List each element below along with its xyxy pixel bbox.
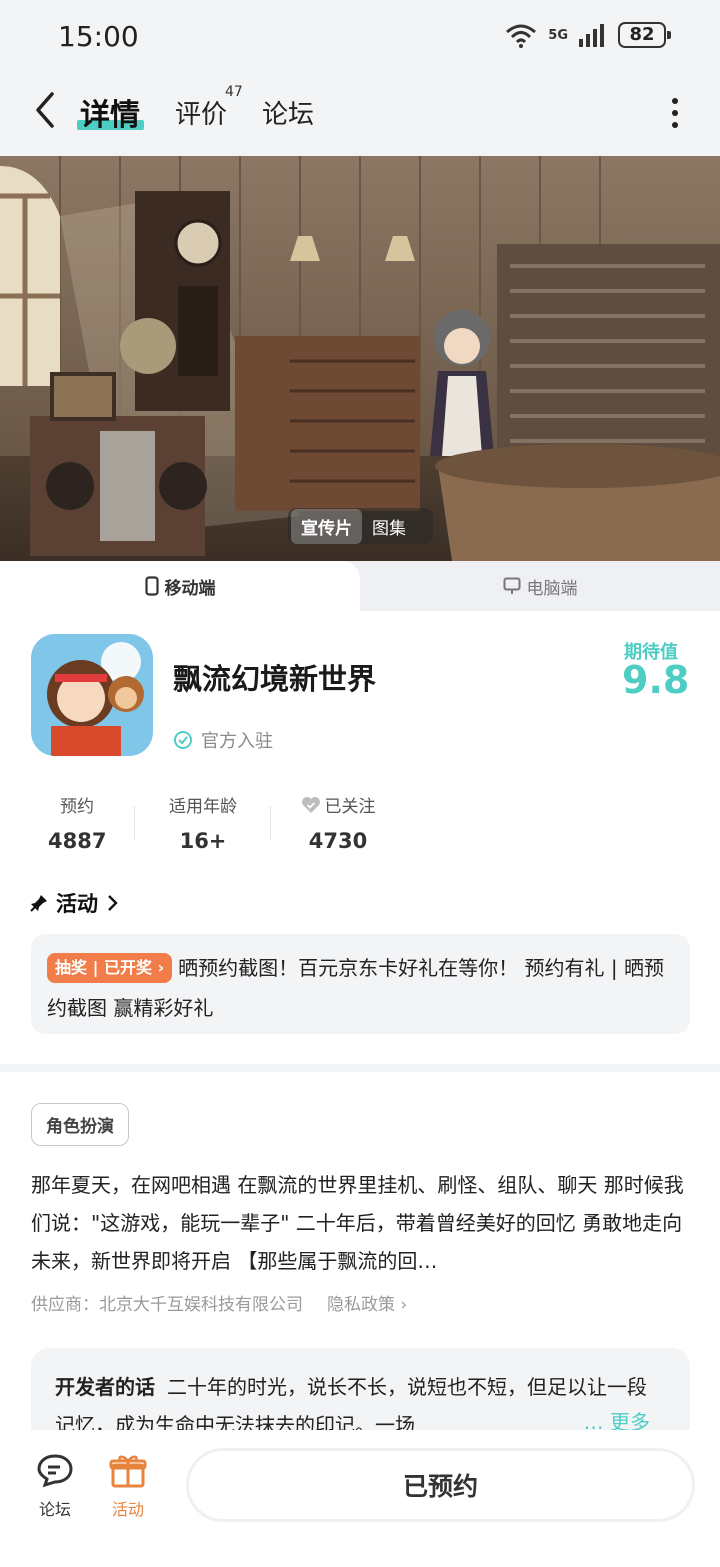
divider	[134, 806, 135, 840]
media-switch: 宣传片 图集	[288, 508, 433, 544]
stat-reservations: 预约 4887	[48, 792, 106, 853]
status-icons: 5G 82	[504, 22, 671, 48]
stat-value: 16+	[179, 829, 227, 853]
tab-detail[interactable]: 详情	[80, 90, 140, 134]
top-nav: 详情 评价 47 论坛	[0, 74, 720, 156]
more-options-icon[interactable]	[670, 96, 680, 130]
banner-artwork	[0, 156, 720, 561]
tab-pc-label: 电脑端	[526, 578, 578, 599]
bottom-forum-label: 论坛	[38, 1500, 71, 1519]
tab-mobile[interactable]: 移动端	[0, 561, 360, 611]
expectation-score: 9.8	[622, 658, 690, 702]
tab-forum[interactable]: 论坛	[262, 94, 314, 131]
bottom-activity-button[interactable]: 活动	[108, 1452, 148, 1520]
activity-card[interactable]: 抽奖 | 已开奖 › 晒预约截图！百元京东卡好礼在等你！ 预约有礼 | 晒预约截图…	[31, 934, 690, 1034]
tab-review[interactable]: 评价	[175, 94, 227, 131]
reserved-button[interactable]: 已预约	[186, 1448, 695, 1522]
chevron-right-icon	[108, 895, 118, 911]
lottery-badge: 抽奖 | 已开奖 ›	[47, 953, 173, 983]
stat-value: 4730	[308, 829, 368, 853]
tab-promo-video[interactable]: 宣传片	[291, 508, 362, 544]
wifi-icon	[506, 24, 537, 48]
activity-header[interactable]: 活动	[30, 888, 118, 918]
stat-label: 适用年龄	[169, 797, 237, 817]
genre-tag[interactable]: 角色扮演	[31, 1103, 129, 1146]
divider	[270, 806, 271, 840]
platform-tabs: 移动端 电脑端	[0, 561, 720, 611]
stat-label: 预约	[60, 797, 94, 817]
forum-chat-icon	[37, 1454, 73, 1488]
bottom-activity-label: 活动	[111, 1500, 144, 1519]
activity-title: 活动	[56, 892, 98, 916]
verified-check-icon	[174, 731, 192, 749]
tab-pc[interactable]: 电脑端	[360, 561, 720, 611]
review-count-badge: 47	[225, 84, 243, 100]
game-description[interactable]: 那年夏天，在网吧相遇 在飘流的世界里挂机、刷怪、组队、聊天 那时候我们说："这游…	[31, 1166, 691, 1280]
stat-value: 4887	[48, 829, 107, 853]
heart-check-icon	[301, 796, 320, 813]
game-app-icon	[31, 634, 153, 756]
official-label: 官方入驻	[201, 731, 273, 752]
game-title: 飘流幻境新世界	[173, 662, 377, 696]
supplier-row: 供应商：北京大千互娱科技有限公司 隐私政策 ›	[31, 1290, 407, 1315]
tab-mobile-label: 移动端	[164, 578, 216, 599]
tab-gallery[interactable]: 图集	[362, 509, 416, 544]
monitor-icon	[503, 577, 520, 594]
stat-age-rating: 适用年龄 16+	[162, 792, 244, 853]
privacy-policy-link[interactable]: 隐私政策 ›	[327, 1290, 407, 1315]
supplier-label: 供应商：北京大千互娱科技有限公司	[31, 1295, 303, 1315]
promo-banner[interactable]: 宣传片 图集	[0, 156, 720, 561]
stat-label: 已关注	[324, 797, 376, 817]
battery-icon: 82	[618, 22, 671, 48]
back-arrow-icon[interactable]	[30, 90, 60, 130]
stat-followers[interactable]: 已关注 4730	[296, 792, 380, 853]
bottom-action-bar: 论坛 活动 已预约	[0, 1430, 720, 1567]
official-badge: 官方入驻	[173, 727, 273, 753]
bottom-forum-button[interactable]: 论坛	[35, 1452, 75, 1520]
section-divider	[0, 1064, 720, 1072]
developer-note-title: 开发者的话	[55, 1375, 155, 1399]
signal-icon	[579, 24, 604, 47]
network-label: 5G	[548, 27, 568, 43]
status-time: 15:00	[58, 20, 139, 53]
pin-icon	[30, 895, 47, 912]
phone-icon	[144, 576, 159, 596]
gift-icon	[109, 1455, 147, 1488]
status-bar: 15:00 5G 82	[0, 0, 720, 74]
